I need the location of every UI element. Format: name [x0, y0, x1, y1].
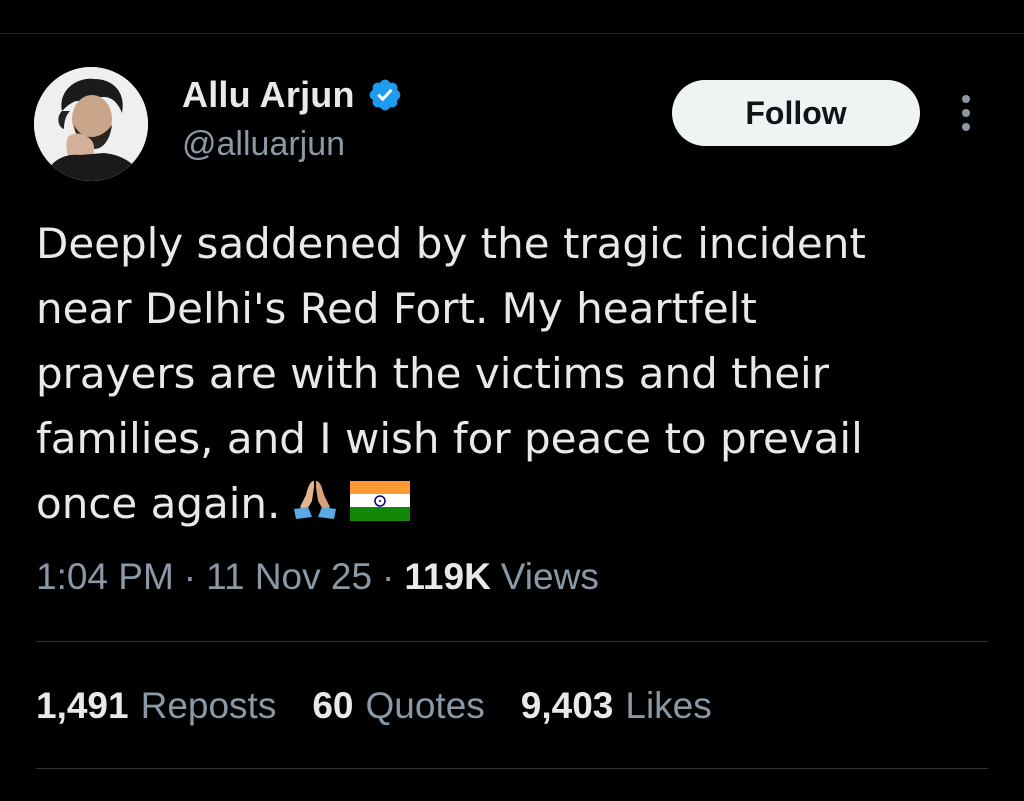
reposts-stat[interactable]: 1,491 Reposts [36, 685, 276, 727]
author-handle[interactable]: @alluarjun [182, 125, 345, 164]
reposts-count: 1,491 [36, 685, 129, 726]
author-display-name[interactable]: Allu Arjun [182, 74, 355, 116]
tweet-text-line: prayers are with the victims and their [36, 349, 829, 398]
likes-label: Likes [625, 685, 712, 726]
more-vertical-icon[interactable] [950, 93, 982, 133]
tweet-meta: 1:04 PM · 11 Nov 25 · 119K Views [36, 556, 599, 598]
tweet-time[interactable]: 1:04 PM [36, 556, 174, 598]
author-name-row[interactable]: Allu Arjun [182, 73, 403, 117]
divider [36, 641, 988, 642]
quotes-count: 60 [312, 685, 354, 726]
tweet-date[interactable]: 11 Nov 25 [206, 556, 372, 598]
views-label: Views [500, 556, 599, 597]
follow-button[interactable]: Follow [672, 80, 920, 146]
tweet-text: Deeply saddened by the tragic incident n… [36, 211, 996, 539]
likes-count: 9,403 [520, 685, 614, 726]
engagement-stats: 1,491 Reposts 60 Quotes 9,403 Likes [36, 685, 748, 727]
avatar[interactable] [34, 67, 148, 181]
reposts-label: Reposts [140, 685, 277, 726]
tweet-text-line: families, and I wish for peace to prevai… [36, 414, 863, 463]
quotes-stat[interactable]: 60 Quotes [312, 685, 484, 727]
divider [36, 768, 988, 769]
quotes-label: Quotes [365, 685, 485, 726]
top-divider [0, 33, 1024, 34]
folded-hands-icon [290, 474, 340, 539]
tweet-text-line: Deeply saddened by the tragic incident [36, 219, 866, 268]
likes-stat[interactable]: 9,403 Likes [521, 685, 712, 727]
views-count: 119K [404, 556, 491, 597]
verified-badge-icon [367, 77, 403, 113]
avatar-image [34, 67, 148, 181]
meta-separator: · [382, 556, 395, 597]
meta-separator: · [183, 556, 197, 597]
tweet-text-line-last: once again. [36, 471, 996, 539]
india-flag-icon [350, 474, 411, 539]
tweet-text-line: near Delhi's Red Fort. My heartfelt [36, 284, 757, 333]
tweet-text-line: once again. [36, 479, 281, 528]
